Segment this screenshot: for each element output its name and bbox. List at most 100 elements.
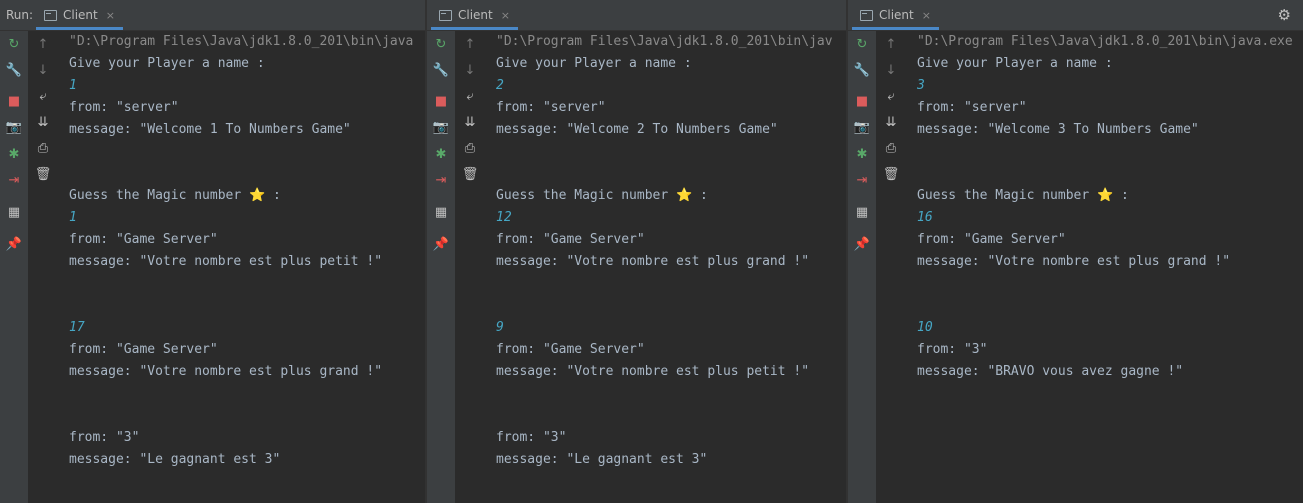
rerun-icon[interactable]: ↻ bbox=[427, 33, 455, 55]
up-arrow-icon[interactable]: ↑ bbox=[456, 33, 484, 55]
wrench-icon[interactable]: 🔧 bbox=[0, 59, 28, 81]
tab-bar: Run: Client × bbox=[0, 0, 425, 31]
print-icon[interactable]: ⎙ bbox=[29, 137, 57, 159]
stop-icon[interactable]: ■ bbox=[848, 90, 876, 112]
output-line: message: "Le gagnant est 3" bbox=[496, 452, 708, 467]
debug-icon[interactable]: ✱ bbox=[0, 143, 28, 165]
rerun-icon[interactable]: ↻ bbox=[848, 33, 876, 55]
up-arrow-icon[interactable]: ↑ bbox=[29, 33, 57, 55]
trash-icon[interactable]: 🗑 bbox=[29, 163, 57, 185]
console-panel-3: Client × ⚙ ↻ 🔧 ■ 📷 ✱ ⇥ ▦ 📌 ↑ ↓ ⤶ ⇊ ⎙ 🗑 "D:\Program Files\… bbox=[848, 0, 1303, 503]
output-line: message: "Welcome 3 To Numbers Game" bbox=[917, 122, 1199, 137]
right-toolbar: ↑ ↓ ⤶ ⇊ ⎙ 🗑 bbox=[456, 31, 484, 503]
star-icon: ⭐ bbox=[249, 188, 266, 203]
camera-icon[interactable]: 📷 bbox=[0, 116, 28, 138]
trash-icon[interactable]: 🗑 bbox=[456, 163, 484, 185]
command-line: "D:\Program Files\Java\jdk1.8.0_201\bin\… bbox=[917, 34, 1293, 49]
user-input-line: 17 bbox=[69, 320, 85, 335]
right-toolbar: ↑ ↓ ⤶ ⇊ ⎙ 🗑 bbox=[877, 31, 905, 503]
right-toolbar: ↑ ↓ ⤶ ⇊ ⎙ 🗑 bbox=[29, 31, 57, 503]
down-arrow-icon[interactable]: ↓ bbox=[29, 59, 57, 81]
scroll-to-end-icon[interactable]: ⇊ bbox=[877, 111, 905, 133]
close-icon[interactable]: × bbox=[922, 9, 931, 22]
gear-icon[interactable]: ⚙ bbox=[1278, 6, 1291, 24]
pin-icon[interactable]: 📌 bbox=[0, 233, 28, 255]
output-line: message: "Welcome 2 To Numbers Game" bbox=[496, 122, 778, 137]
output-line: message: "Votre nombre est plus petit !" bbox=[496, 364, 810, 379]
tab-client[interactable]: Client × bbox=[852, 3, 939, 30]
command-line: "D:\Program Files\Java\jdk1.8.0_201\bin\… bbox=[69, 34, 414, 49]
wrench-icon[interactable]: 🔧 bbox=[848, 59, 876, 81]
star-icon: ⭐ bbox=[1097, 188, 1114, 203]
console-window-icon bbox=[860, 9, 873, 21]
output-line: message: "Votre nombre est plus grand !" bbox=[496, 254, 810, 269]
left-toolbar: ↻ 🔧 ■ 📷 ✱ ⇥ ▦ 📌 bbox=[848, 31, 876, 503]
output-line: from: "Game Server" bbox=[69, 232, 218, 247]
pin-icon[interactable]: 📌 bbox=[427, 233, 455, 255]
tab-client[interactable]: Client × bbox=[36, 3, 123, 30]
output-line: message: "Welcome 1 To Numbers Game" bbox=[69, 122, 351, 137]
console-output[interactable]: "D:\Program Files\Java\jdk1.8.0_201\bin\… bbox=[917, 31, 1303, 503]
up-arrow-icon[interactable]: ↑ bbox=[877, 33, 905, 55]
user-input-line: 2 bbox=[496, 78, 504, 93]
output-line: message: "Votre nombre est plus grand !" bbox=[917, 254, 1231, 269]
output-line: from: "3" bbox=[917, 342, 988, 357]
tab-client[interactable]: Client × bbox=[431, 3, 518, 30]
exit-icon[interactable]: ⇥ bbox=[848, 169, 876, 191]
run-label: Run: bbox=[6, 8, 34, 22]
scroll-to-end-icon[interactable]: ⇊ bbox=[29, 111, 57, 133]
layout-icon[interactable]: ▦ bbox=[0, 201, 28, 223]
console-output[interactable]: "D:\Program Files\Java\jdk1.8.0_201\bin\… bbox=[496, 31, 846, 503]
soft-wrap-icon[interactable]: ⤶ bbox=[877, 85, 905, 107]
down-arrow-icon[interactable]: ↓ bbox=[877, 59, 905, 81]
output-line: message: "Votre nombre est plus petit !" bbox=[69, 254, 383, 269]
tab-label: Client bbox=[879, 8, 914, 22]
left-toolbar: ↻ 🔧 ■ 📷 ✱ ⇥ ▦ 📌 bbox=[427, 31, 455, 503]
stop-icon[interactable]: ■ bbox=[0, 90, 28, 112]
stop-icon[interactable]: ■ bbox=[427, 90, 455, 112]
exit-icon[interactable]: ⇥ bbox=[427, 169, 455, 191]
debug-icon[interactable]: ✱ bbox=[848, 143, 876, 165]
output-line: from: "server" bbox=[917, 100, 1027, 115]
wrench-icon[interactable]: 🔧 bbox=[427, 59, 455, 81]
scroll-to-end-icon[interactable]: ⇊ bbox=[456, 111, 484, 133]
output-line: Give your Player a name : bbox=[69, 56, 265, 71]
trash-icon[interactable]: 🗑 bbox=[877, 163, 905, 185]
pin-icon[interactable]: 📌 bbox=[848, 233, 876, 255]
command-line: "D:\Program Files\Java\jdk1.8.0_201\bin\… bbox=[496, 34, 833, 49]
output-line: Guess the Magic number ⭐ : bbox=[496, 185, 708, 207]
star-icon: ⭐ bbox=[676, 188, 693, 203]
output-line: from: "server" bbox=[69, 100, 179, 115]
exit-icon[interactable]: ⇥ bbox=[0, 169, 28, 191]
output-line: from: "Game Server" bbox=[496, 232, 645, 247]
print-icon[interactable]: ⎙ bbox=[456, 137, 484, 159]
down-arrow-icon[interactable]: ↓ bbox=[456, 59, 484, 81]
console-window-icon bbox=[44, 9, 57, 21]
close-icon[interactable]: × bbox=[106, 9, 115, 22]
print-icon[interactable]: ⎙ bbox=[877, 137, 905, 159]
console-output[interactable]: "D:\Program Files\Java\jdk1.8.0_201\bin\… bbox=[69, 31, 425, 503]
soft-wrap-icon[interactable]: ⤶ bbox=[456, 85, 484, 107]
user-input-line: 10 bbox=[917, 320, 933, 335]
user-input-line: 1 bbox=[69, 78, 77, 93]
prompt-suffix: : bbox=[692, 188, 708, 203]
layout-icon[interactable]: ▦ bbox=[427, 201, 455, 223]
camera-icon[interactable]: 📷 bbox=[427, 116, 455, 138]
tab-bar: Client × ⚙ bbox=[848, 0, 1303, 31]
user-input-line: 9 bbox=[496, 320, 504, 335]
rerun-icon[interactable]: ↻ bbox=[0, 33, 28, 55]
output-line: from: "Game Server" bbox=[496, 342, 645, 357]
output-line: from: "Game Server" bbox=[917, 232, 1066, 247]
camera-icon[interactable]: 📷 bbox=[848, 116, 876, 138]
close-icon[interactable]: × bbox=[501, 9, 510, 22]
soft-wrap-icon[interactable]: ⤶ bbox=[29, 85, 57, 107]
output-line: Guess the Magic number ⭐ : bbox=[69, 185, 281, 207]
output-line: Guess the Magic number ⭐ : bbox=[917, 185, 1129, 207]
left-toolbar: ↻ 🔧 ■ 📷 ✱ ⇥ ▦ 📌 bbox=[0, 31, 28, 503]
layout-icon[interactable]: ▦ bbox=[848, 201, 876, 223]
debug-icon[interactable]: ✱ bbox=[427, 143, 455, 165]
output-line: message: "BRAVO vous avez gagne !" bbox=[917, 364, 1184, 379]
output-line: from: "Game Server" bbox=[69, 342, 218, 357]
prompt-suffix: : bbox=[1113, 188, 1129, 203]
prompt-text: Guess the Magic number bbox=[496, 188, 677, 203]
